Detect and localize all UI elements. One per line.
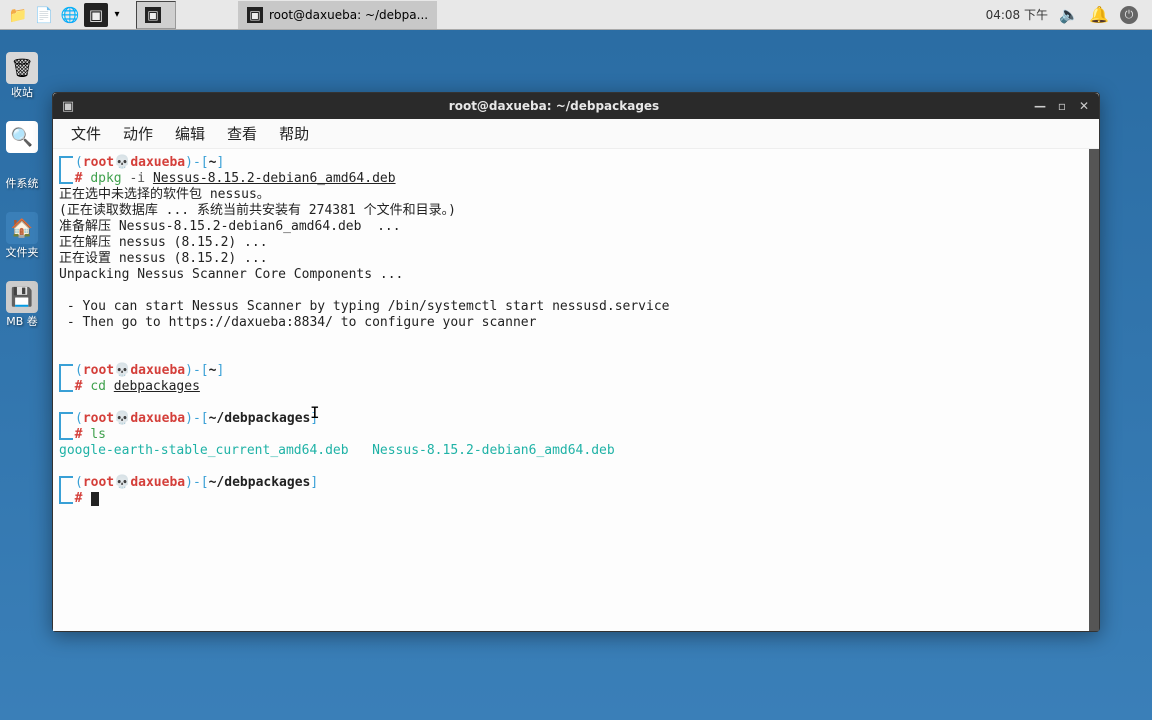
panel-tray: 04:08 下午 🔈 🔔 ⏻: [986, 6, 1146, 24]
terminal-launcher-icon[interactable]: ▣: [84, 3, 108, 27]
menu-action[interactable]: 动作: [115, 119, 161, 148]
terminal-output: (root💀daxueba)-[~] # dpkg -i Nessus-8.15…: [59, 155, 1093, 507]
browser-launcher-icon[interactable]: 🌐: [58, 3, 82, 27]
filesystem-icon-desktop[interactable]: 件系统: [1, 178, 43, 190]
scrollbar[interactable]: [1089, 149, 1099, 631]
minimize-button[interactable]: —: [1031, 97, 1049, 115]
desktop-icon-label: 件系统: [6, 178, 39, 190]
taskbar-item-label: root@daxueba: ~/debpa...: [269, 8, 428, 22]
window-terminal-icon: ▣: [59, 97, 77, 115]
volume-icon[interactable]: 🔈: [1060, 6, 1078, 24]
panel-launchers: 📁 📄 🌐 ▣ ▾: [6, 3, 124, 27]
taskbar-item-terminal-1[interactable]: ▣: [136, 1, 176, 29]
text-editor-launcher-icon[interactable]: 📄: [32, 3, 56, 27]
menubar: 文件 动作 编辑 查看 帮助: [53, 119, 1099, 149]
menu-edit[interactable]: 编辑: [167, 119, 213, 148]
terminal-body[interactable]: (root💀daxueba)-[~] # dpkg -i Nessus-8.15…: [53, 149, 1099, 631]
launcher-dropdown-icon[interactable]: ▾: [110, 3, 124, 27]
terminal-icon: ▣: [145, 7, 161, 23]
power-icon[interactable]: ⏻: [1120, 6, 1138, 24]
terminal-window: ▣ root@daxueba: ~/debpackages — ▫ ✕ 文件 动…: [52, 92, 1100, 632]
home-icon: 🏠: [6, 212, 38, 244]
taskbar: ▣ ▣ root@daxueba: ~/debpa...: [136, 1, 437, 29]
menu-help[interactable]: 帮助: [271, 119, 317, 148]
top-panel: 📁 📄 🌐 ▣ ▾ ▣ ▣ root@daxueba: ~/debpa... 0…: [0, 0, 1152, 30]
desktop-icons: 🗑 收站 🔍 件系统 🏠 文件夹 💾 MB 卷: [0, 40, 44, 328]
maximize-button[interactable]: ▫: [1053, 97, 1071, 115]
titlebar[interactable]: ▣ root@daxueba: ~/debpackages — ▫ ✕: [53, 93, 1099, 119]
menu-file[interactable]: 文件: [63, 119, 109, 148]
menu-view[interactable]: 查看: [219, 119, 265, 148]
desktop-icon-label: 收站: [11, 87, 33, 99]
home-folder-desktop[interactable]: 🏠 文件夹: [1, 212, 43, 259]
search-icon-desktop[interactable]: 🔍: [1, 121, 43, 156]
notification-icon[interactable]: 🔔: [1090, 6, 1108, 24]
clock[interactable]: 04:08 下午: [986, 6, 1048, 23]
window-controls: — ▫ ✕: [1031, 97, 1093, 115]
trash-icon[interactable]: 🗑 收站: [1, 52, 43, 99]
desktop-icon-label: 文件夹: [6, 247, 39, 259]
disk-icon: 💾: [6, 281, 38, 313]
files-launcher-icon[interactable]: 📁: [6, 3, 30, 27]
cursor-block: [91, 492, 99, 506]
trash-can-icon: 🗑: [6, 52, 38, 84]
terminal-icon: ▣: [247, 7, 263, 23]
volume-icon-desktop[interactable]: 💾 MB 卷: [1, 281, 43, 328]
desktop-icon-label: MB 卷: [6, 316, 38, 328]
taskbar-item-terminal-2[interactable]: ▣ root@daxueba: ~/debpa...: [238, 1, 437, 29]
search-icon: 🔍: [6, 121, 38, 153]
window-title: root@daxueba: ~/debpackages: [77, 99, 1031, 113]
close-button[interactable]: ✕: [1075, 97, 1093, 115]
